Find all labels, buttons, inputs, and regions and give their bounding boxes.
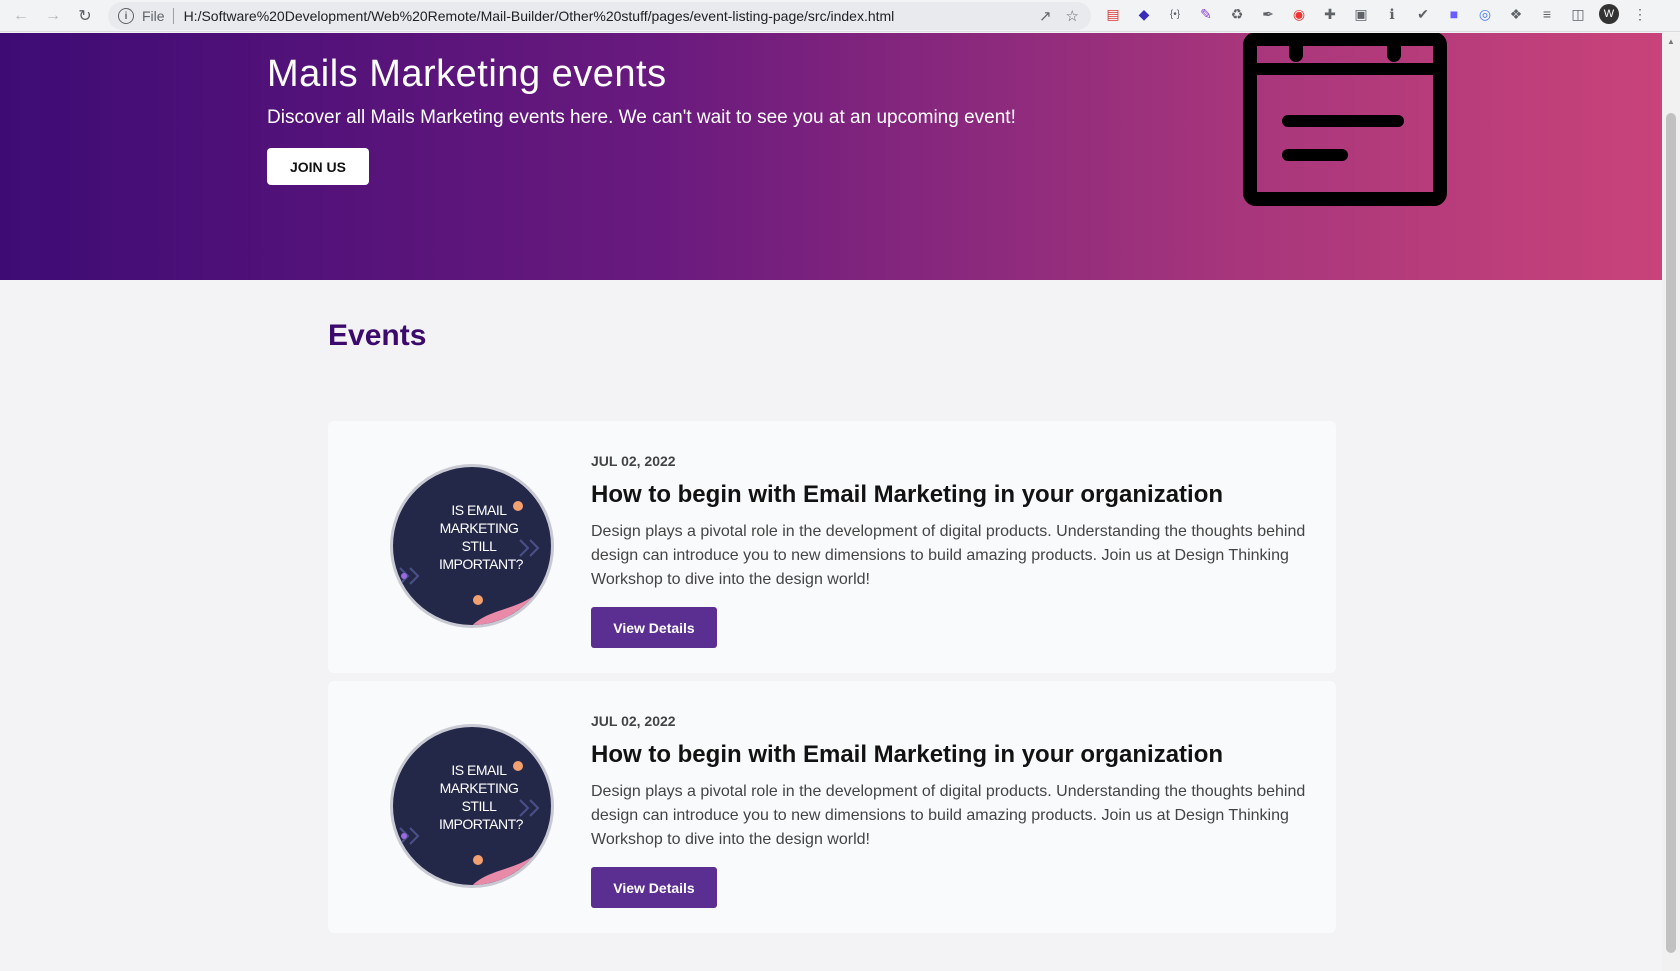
event-description: Design plays a pivotal role in the devel… [591,783,1306,848]
hero-title: Mails Marketing events [267,53,667,95]
thumbnail-text: IS EMAIL MARKETING STILL IMPORTANT? [439,502,523,572]
bookmark-star-icon[interactable]: ☆ [1066,7,1079,25]
extension-pen-icon[interactable]: ✎ [1196,4,1216,24]
extension-gradient-icon[interactable]: ■ [1444,4,1464,24]
event-description: Design plays a pivotal role in the devel… [591,523,1306,588]
extension-diamond-icon[interactable]: ◆ [1134,4,1154,24]
extension-json-icon[interactable]: {•} [1165,4,1185,24]
extension-screenshot-icon[interactable]: ▣ [1351,4,1371,24]
extension-notes-icon[interactable]: ▤ [1103,4,1123,24]
extension-color-wheel-icon[interactable]: ◉ [1289,4,1309,24]
view-details-button[interactable]: View Details [591,867,717,908]
extensions-bar: ▤ ◆ {•} ✎ ♻ ✒ ◉ ✚ ▣ ℹ ✔ ■ ◎ ❖ ≡ ◫ W ⋮ [1103,4,1650,24]
extension-search-icon[interactable]: ◎ [1475,4,1495,24]
back-icon[interactable]: ← [6,1,36,31]
profile-avatar-icon[interactable]: W [1599,4,1619,24]
event-thumbnail: IS EMAIL MARKETING STILL IMPORTANT? [390,724,554,888]
address-bar[interactable]: i File H:/Software%20Development/Web%20R… [108,2,1091,30]
event-date: JUL 02, 2022 [591,453,676,469]
extension-move-icon[interactable]: ✚ [1320,4,1340,24]
info-icon[interactable]: i [118,8,134,24]
page-viewport: Mails Marketing events Discover all Mail… [0,33,1662,971]
browser-toolbar: ← → ↻ i File H:/Software%20Development/W… [0,0,1680,32]
event-card: IS EMAIL MARKETING STILL IMPORTANT? JUL … [328,681,1336,933]
events-heading: Events [328,319,427,352]
event-card: IS EMAIL MARKETING STILL IMPORTANT? JUL … [328,421,1336,673]
thumbnail-text: IS EMAIL MARKETING STILL IMPORTANT? [439,762,523,832]
event-title: How to begin with Email Marketing in you… [591,481,1224,508]
extension-check-icon[interactable]: ✔ [1413,4,1433,24]
page-scrollbar[interactable]: ▲ [1662,33,1680,971]
reload-icon[interactable]: ↻ [70,1,100,31]
extensions-puzzle-icon[interactable]: ❖ [1506,4,1526,24]
reading-list-icon[interactable]: ≡ [1537,4,1557,24]
side-panel-icon[interactable]: ◫ [1568,4,1588,24]
event-thumbnail: IS EMAIL MARKETING STILL IMPORTANT? [390,464,554,628]
forward-icon[interactable]: → [38,1,68,31]
scheme-label: File [142,8,165,24]
extension-recycle-icon[interactable]: ♻ [1227,4,1247,24]
view-details-button[interactable]: View Details [591,607,717,648]
scroll-up-icon[interactable]: ▲ [1667,37,1675,46]
extension-info-icon[interactable]: ℹ [1382,4,1402,24]
event-date: JUL 02, 2022 [591,713,676,729]
hero-subtitle: Discover all Mails Marketing events here… [267,107,1016,128]
share-icon[interactable]: ↗ [1039,7,1052,25]
omnibox-divider [172,8,174,24]
url-text[interactable]: H:/Software%20Development/Web%20Remote/M… [184,8,984,24]
event-title: How to begin with Email Marketing in you… [591,741,1224,768]
join-us-button[interactable]: JOIN US [267,148,369,185]
calendar-icon [1243,33,1447,206]
extension-eyedropper-icon[interactable]: ✒ [1258,4,1278,24]
hero-banner: Mails Marketing events Discover all Mail… [0,33,1662,280]
scrollbar-thumb[interactable] [1666,113,1676,953]
browser-menu-icon[interactable]: ⋮ [1630,4,1650,24]
